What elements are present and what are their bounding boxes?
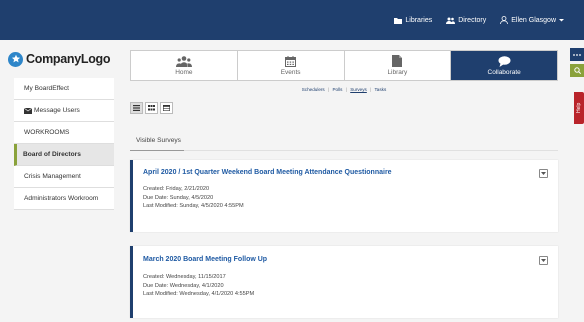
chat-icon <box>498 55 511 67</box>
survey-menu-button[interactable] <box>539 256 548 265</box>
subtab-separator: | <box>328 87 330 92</box>
sidebar-heading-label: WORKROOMS <box>24 129 70 136</box>
list-icon <box>133 105 140 111</box>
sidebar-heading-workrooms: WORKROOMS <box>14 122 114 144</box>
sidebar-item-label: Administrators Workroom <box>24 195 99 202</box>
star-icon <box>8 51 23 67</box>
grid-icon <box>148 105 155 111</box>
sidebar: CompanyLogo My BoardEffect Message Users… <box>0 40 116 322</box>
people-icon <box>446 17 456 24</box>
survey-created: Created: Friday, 2/21/2020 <box>143 186 210 192</box>
ellipsis-icon <box>573 53 581 56</box>
caret-down-icon <box>559 19 564 22</box>
chevron-down-icon <box>541 172 546 175</box>
tab-label: Events <box>280 68 301 76</box>
chevron-down-icon <box>541 259 546 262</box>
tab-label: Home <box>175 68 193 76</box>
directory-label: Directory <box>458 16 487 24</box>
tab-library[interactable]: Library <box>345 51 452 80</box>
users-icon <box>175 55 192 67</box>
visible-surveys-tab[interactable]: Visible Surveys <box>136 137 181 144</box>
active-tab-underline <box>130 150 184 151</box>
more-options-button[interactable] <box>570 48 584 61</box>
user-menu[interactable]: Ellen Glasgow <box>500 16 564 24</box>
subtab-separator: | <box>345 87 347 92</box>
survey-meta: Created: Friday, 2/21/2020 Due Date: Sun… <box>143 185 244 211</box>
calendar-icon <box>285 55 297 67</box>
survey-last-modified: Last Modified: Wednesday, 4/1/2020 4:55P… <box>143 291 255 298</box>
user-icon <box>500 16 509 24</box>
tab-events[interactable]: Events <box>238 51 345 80</box>
user-name: Ellen Glasgow <box>511 16 556 24</box>
subtab-surveys[interactable]: Surveys <box>350 87 367 92</box>
survey-meta: Created: Wednesday, 11/15/2017 Due Date:… <box>143 273 254 299</box>
collaborate-subtabs: Schedulers | Polls | Surveys | Tasks <box>130 87 558 92</box>
top-nav: Libraries Directory Ellen Glasgow <box>394 0 564 40</box>
document-icon <box>392 55 403 67</box>
survey-due-date: Due Date: Wednesday, 4/1/2020 <box>143 282 224 289</box>
search-button[interactable] <box>570 64 584 77</box>
subtab-schedulers[interactable]: Schedulers <box>302 87 325 92</box>
table-icon <box>163 105 170 111</box>
sidebar-item-administrators-workroom[interactable]: Administrators Workroom <box>14 188 114 210</box>
survey-created: Created: Wednesday, 11/15/2017 <box>143 274 226 280</box>
subtab-separator: | <box>370 87 372 92</box>
survey-card: March 2020 Board Meeting Follow Up Creat… <box>130 246 558 318</box>
tab-label: Library <box>387 69 408 76</box>
tab-collaborate[interactable]: Collaborate <box>451 51 557 80</box>
help-tab[interactable]: Help <box>574 92 584 124</box>
survey-card: April 2020 / 1st Quarter Weekend Board M… <box>130 160 558 232</box>
sidebar-item-board-of-directors[interactable]: Board of Directors <box>14 144 114 166</box>
subtab-polls[interactable]: Polls <box>332 87 342 92</box>
survey-title[interactable]: April 2020 / 1st Quarter Weekend Board M… <box>143 169 392 176</box>
tab-label: Collaborate <box>487 68 521 76</box>
libraries-link[interactable]: Libraries <box>394 17 432 24</box>
directory-link[interactable]: Directory <box>446 17 486 24</box>
survey-last-modified: Last Modified: Sunday, 4/5/2020 4:55PM <box>143 203 244 210</box>
list-view-button[interactable] <box>130 102 143 114</box>
survey-menu-button[interactable] <box>539 169 548 178</box>
sidebar-item-label: Board of Directors <box>23 151 81 158</box>
tab-home[interactable]: Home <box>131 51 238 80</box>
sidebar-item-crisis-management[interactable]: Crisis Management <box>14 166 114 188</box>
view-toggle <box>130 102 173 114</box>
subtab-tasks[interactable]: Tasks <box>375 87 387 92</box>
sidebar-item-my-boardeffect[interactable]: My BoardEffect <box>14 78 114 100</box>
sidebar-item-label: Message Users <box>34 107 80 114</box>
libraries-label: Libraries <box>405 16 433 24</box>
logo-text: CompanyLogo <box>26 52 111 66</box>
survey-title[interactable]: March 2020 Board Meeting Follow Up <box>143 256 267 263</box>
help-label: Help <box>576 102 582 114</box>
section-divider <box>130 150 558 151</box>
workroom-tabs: Home Events Library Collaborate <box>130 50 558 81</box>
survey-due-date: Due Date: Sunday, 4/5/2020 <box>143 194 214 201</box>
folder-icon <box>394 17 403 24</box>
table-view-button[interactable] <box>160 102 173 114</box>
sidebar-item-label: Crisis Management <box>24 173 81 180</box>
sidebar-list: My BoardEffect Message Users WORKROOMS B… <box>14 78 114 210</box>
search-icon <box>573 67 581 74</box>
top-bar: Libraries Directory Ellen Glasgow <box>0 0 584 40</box>
grid-view-button[interactable] <box>145 102 158 114</box>
sidebar-item-label: My BoardEffect <box>24 85 69 92</box>
company-logo[interactable]: CompanyLogo <box>8 48 111 70</box>
envelope-icon <box>24 107 32 114</box>
sidebar-item-message-users[interactable]: Message Users <box>14 100 114 122</box>
